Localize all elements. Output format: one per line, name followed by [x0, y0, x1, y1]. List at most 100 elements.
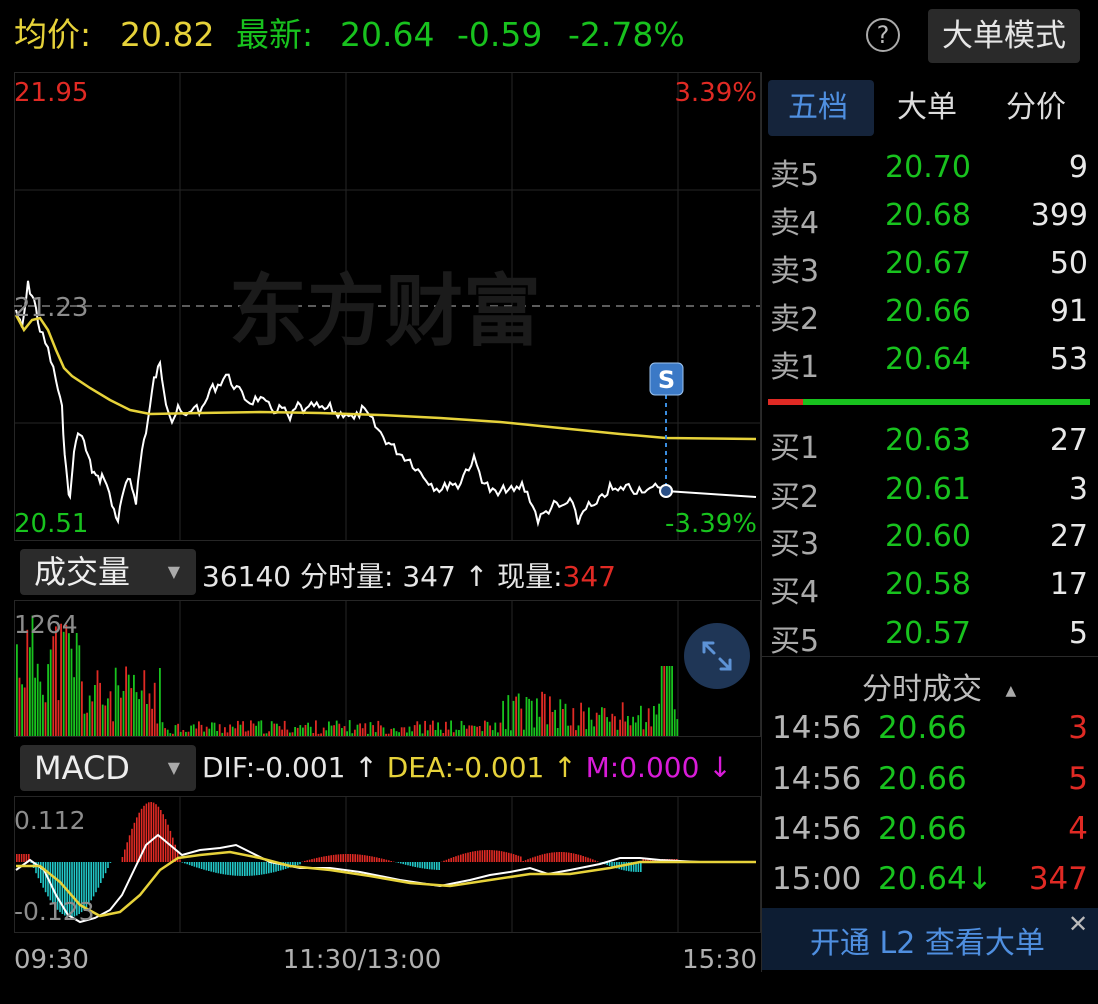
- buy-volume: 3: [1068, 472, 1088, 507]
- tab-five-level[interactable]: 五档: [788, 88, 848, 128]
- macd-bar: [558, 852, 560, 862]
- macd-bar: [258, 862, 260, 875]
- l2-banner-text: 开通 L2 查看大单: [810, 926, 1045, 961]
- tab-big-orders[interactable]: 大单: [897, 88, 957, 128]
- volume-bar: [660, 666, 663, 736]
- buy-sell-ratio-bar: [768, 399, 1090, 405]
- volume-selector-label: 成交量: [34, 553, 131, 591]
- macd-bar: [582, 856, 584, 862]
- macd-bar: [553, 852, 556, 862]
- volume-bar: [205, 726, 208, 736]
- macd-bar: [431, 862, 433, 870]
- macd-bar: [563, 852, 565, 862]
- sell-price: 20.68: [885, 198, 971, 233]
- trades-section-header[interactable]: 分时成交 ▲: [862, 664, 1016, 708]
- volume-bar: [359, 723, 361, 736]
- sell-price: 20.70: [885, 150, 971, 185]
- macd-bar: [560, 852, 563, 862]
- macd-bar: [229, 862, 232, 876]
- volume-bar: [304, 725, 307, 736]
- volume-bar: [81, 681, 83, 736]
- volume-max-label: 1264: [14, 610, 78, 639]
- macd-bar: [568, 852, 570, 862]
- macd-bar: [433, 862, 436, 870]
- volume-indicator-selector[interactable]: 成交量 ▼: [20, 549, 196, 595]
- sell-row: 卖4 20.68 399: [762, 198, 1098, 246]
- macd-bar: [484, 850, 486, 862]
- volume-bar: [520, 708, 523, 736]
- volume-bar: [73, 677, 75, 736]
- sell-level-label: 卖4: [770, 206, 820, 241]
- macd-bar: [253, 862, 256, 876]
- macd-bar: [191, 862, 193, 866]
- intraday-chart[interactable]: 东方财富 S 21.95 3.39% 21.23 20.51 -3.39% 12…: [0, 0, 762, 1004]
- section-divider: [762, 656, 1098, 657]
- macd-bar: [575, 854, 577, 862]
- volume-bar: [39, 681, 42, 736]
- macd-bar: [208, 862, 210, 871]
- macd-bar: [508, 852, 510, 862]
- macd-indicator-selector[interactable]: MACD ▼: [20, 745, 196, 791]
- close-icon[interactable]: ✕: [1068, 910, 1088, 938]
- macd-bar: [611, 862, 613, 867]
- volume-bar: [231, 726, 234, 736]
- macd-bar: [246, 862, 248, 876]
- volume-bar: [582, 711, 585, 736]
- macd-bar: [121, 857, 124, 862]
- sell-level-label: 卖3: [770, 254, 820, 289]
- big-order-mode-button[interactable]: 大单模式: [928, 9, 1080, 63]
- volume-bar: [601, 707, 603, 736]
- volume-bar: [333, 725, 335, 736]
- volume-bar: [135, 692, 138, 736]
- help-icon[interactable]: ?: [866, 18, 900, 52]
- volume-bar: [65, 624, 68, 736]
- l2-upgrade-banner[interactable]: 开通 L2 查看大单 ✕: [762, 908, 1098, 970]
- macd-bar: [580, 855, 582, 862]
- macd-bar: [311, 859, 313, 862]
- low-percent-label: -3.39%: [665, 509, 757, 539]
- expand-chart-button[interactable]: [684, 623, 750, 689]
- volume-bar: [239, 724, 242, 736]
- volume-bar: [356, 724, 359, 736]
- volume-bar: [169, 733, 172, 736]
- volume-bar: [512, 700, 515, 736]
- buy-row: 买2 20.61 3: [762, 472, 1098, 520]
- macd-bar: [390, 861, 392, 862]
- macd-bar: [179, 859, 181, 862]
- volume-bar: [621, 702, 624, 736]
- volume-bar: [567, 725, 569, 736]
- buy-price: 20.57: [885, 616, 971, 651]
- trade-time: 15:00: [772, 861, 862, 897]
- sell-level-label: 卖2: [770, 302, 820, 337]
- volume-bar: [99, 682, 101, 736]
- volume-bar: [216, 731, 218, 736]
- volume-bar: [413, 725, 416, 736]
- volume-bar: [351, 733, 354, 736]
- m-arrow-icon: ↓: [708, 751, 732, 784]
- buy-row: 买3 20.60 27: [762, 519, 1098, 567]
- volume-bar: [577, 725, 580, 736]
- volume-bar: [442, 733, 445, 736]
- volume-bar: [536, 698, 538, 736]
- macd-bar: [316, 857, 318, 862]
- volume-bar: [166, 729, 169, 736]
- macd-bar: [450, 857, 452, 862]
- volume-bar: [658, 703, 660, 736]
- volume-bar: [151, 708, 153, 736]
- macd-bar: [203, 862, 205, 870]
- macd-bar: [349, 854, 352, 862]
- macd-bar: [212, 862, 215, 873]
- macd-bar: [380, 858, 383, 862]
- volume-bar: [94, 685, 96, 736]
- trade-time: 14:56: [772, 811, 862, 847]
- sell-volume: 399: [1030, 198, 1088, 233]
- volume-bar: [497, 732, 499, 736]
- tab-price-distribution[interactable]: 分价: [1006, 88, 1066, 128]
- macd-bar: [522, 861, 524, 862]
- volume-bar: [335, 720, 338, 736]
- volume-bar: [390, 728, 393, 736]
- trade-volume: 5: [1068, 761, 1088, 797]
- macd-bar: [592, 859, 594, 862]
- volume-bar: [252, 723, 255, 736]
- dropdown-caret-icon: ▼: [167, 562, 180, 581]
